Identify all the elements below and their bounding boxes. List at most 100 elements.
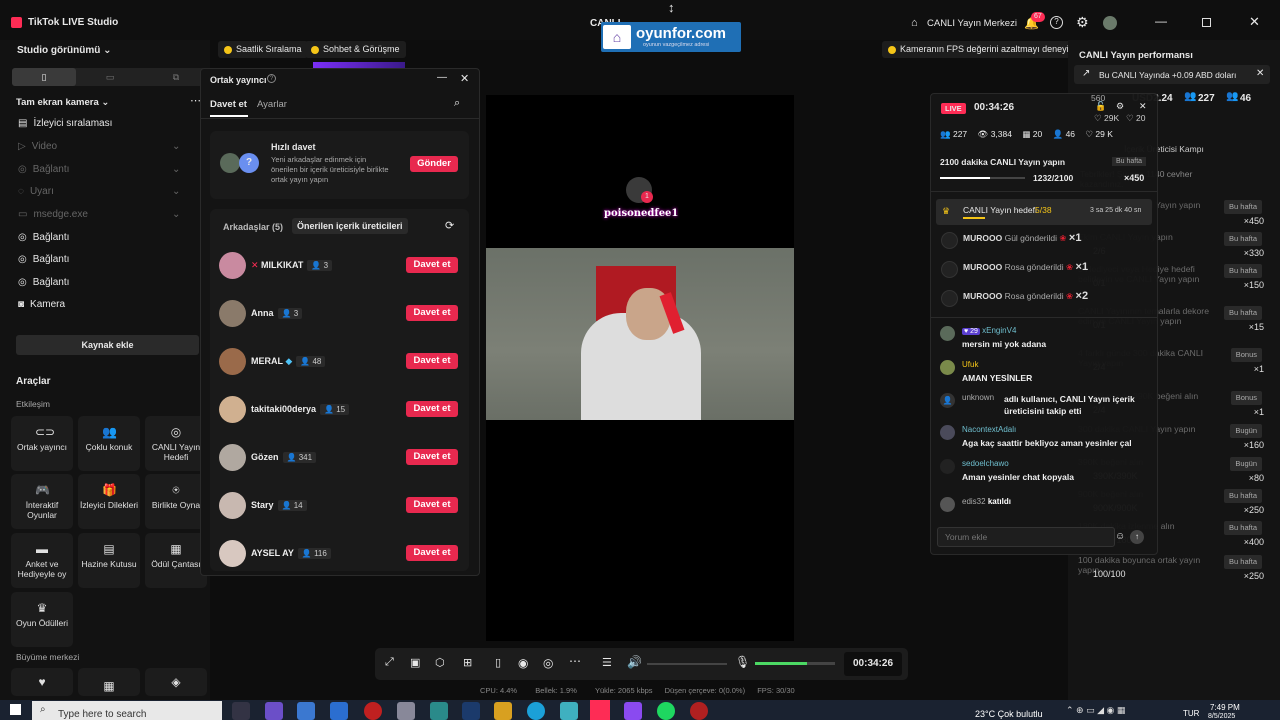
source-item[interactable]: ▤ İzleyici sıralaması [8, 114, 198, 134]
portrait-icon[interactable]: ▯ [495, 656, 501, 669]
tab-friends[interactable]: Arkadaşlar (5) [223, 222, 283, 232]
info-icon[interactable]: ? [267, 74, 276, 83]
capture-icon[interactable]: ◎ [543, 656, 553, 670]
tab-invite[interactable]: Davet et [210, 99, 247, 110]
taskbar-app-icon[interactable] [330, 702, 348, 720]
weather-widget[interactable]: 23°C Çok bulutlu [975, 709, 1043, 719]
tab-suggested[interactable]: Önerilen içerik üreticileri [292, 218, 408, 234]
invite-button[interactable]: Davet et [406, 305, 458, 321]
invite-button[interactable]: Davet et [406, 545, 458, 561]
taskbar-search[interactable]: ⌕ Type here to search [32, 701, 222, 720]
banner-close-icon[interactable]: ✕ [1256, 68, 1264, 79]
spotify-icon[interactable] [657, 702, 675, 720]
panel-close-icon[interactable]: ✕ [1139, 101, 1147, 112]
taskbar-app-icon[interactable] [527, 702, 545, 720]
taskbar-app-icon[interactable] [690, 702, 708, 720]
pin-icon[interactable]: ⚙ [1116, 101, 1124, 112]
source-item[interactable]: ▭ msedge.exe ⌄ [8, 205, 198, 225]
send-button[interactable]: Gönder [410, 156, 458, 172]
portrait-layout-button[interactable]: ▯ [12, 68, 76, 86]
source-item[interactable]: ◎ Bağlantı [8, 228, 198, 248]
ai-icon[interactable]: ⬡ [435, 656, 445, 669]
taskbar-app-icon[interactable] [560, 702, 578, 720]
taskbar-app-icon[interactable] [494, 702, 512, 720]
close-button[interactable]: ✕ [1249, 14, 1260, 30]
source-item[interactable]: ◎ Bağlantı [8, 273, 198, 293]
dialog-close-button[interactable]: ✕ [460, 72, 469, 85]
chat-meetup-pill[interactable]: Sohbet & Görüşme [305, 41, 406, 58]
taskbar-app-icon[interactable] [624, 702, 642, 720]
scene-selector[interactable]: Tam ekran kamera ⌄ [16, 97, 109, 108]
home-icon[interactable]: ⌂ [911, 17, 918, 29]
refresh-icon[interactable]: ⟳ [445, 219, 454, 232]
taskbar-app-icon[interactable] [265, 702, 283, 720]
tool-growth-1[interactable]: ♥ [11, 668, 73, 696]
add-source-button[interactable]: Kaynak ekle [16, 335, 199, 355]
effects-icon[interactable]: ⤢ [385, 656, 394, 669]
emoji-icon[interactable]: ☺ [1115, 531, 1125, 542]
clock-time[interactable]: 7:49 PM [1210, 703, 1240, 712]
landscape-layout-button[interactable]: ▭ [78, 68, 142, 86]
tray-icons[interactable]: ⌃ ⊕ ▭ ◢ ◉ ▦ [1066, 705, 1125, 716]
windows-start-icon[interactable] [10, 704, 21, 715]
taskbar-app-icon[interactable] [297, 702, 315, 720]
tool-game-rewards[interactable]: ♛ Oyun Ödülleri [11, 592, 73, 647]
studio-view-selector[interactable]: Studio görünümü ⌄ [17, 45, 112, 56]
tool-play-together[interactable]: ⍟ Birlikte Oyna [145, 474, 207, 529]
mixer-icon[interactable]: ☰ [602, 656, 612, 669]
add-scene-icon[interactable]: ⊞ [463, 656, 472, 669]
invite-button[interactable]: Davet et [406, 449, 458, 465]
maximize-button[interactable] [1202, 18, 1211, 27]
invite-button[interactable]: Davet et [406, 401, 458, 417]
invite-button[interactable]: Davet et [406, 353, 458, 369]
multi-layout-button[interactable]: ⧉ [144, 68, 208, 86]
invite-button[interactable]: Davet et [406, 497, 458, 513]
taskbar-app-icon[interactable] [364, 702, 382, 720]
tool-growth-2[interactable]: ▦ [78, 668, 140, 696]
tool-interactive-games[interactable]: 🎮 İnteraktif Oyunlar [11, 474, 73, 529]
source-item[interactable]: ▷ Video ⌄ [8, 137, 198, 157]
record-icon[interactable]: ◉ [518, 656, 528, 670]
task-view-icon[interactable] [232, 702, 250, 720]
taskbar-app-icon[interactable] [430, 702, 448, 720]
globe-icon: ◎ [18, 232, 27, 243]
screen-icon[interactable]: ▣ [410, 656, 420, 669]
help-icon[interactable]: ? [1050, 16, 1063, 29]
clock-date[interactable]: 8/5/2025 [1208, 713, 1235, 720]
microphone-icon[interactable]: 🎙 [735, 655, 750, 669]
tab-settings[interactable]: Ayarlar [257, 99, 287, 110]
tool-treasure-box[interactable]: ▤ Hazine Kutusu [78, 533, 140, 588]
hourly-ranking-pill[interactable]: Saatlik Sıralama [218, 41, 308, 58]
minimize-button[interactable]: — [1155, 14, 1167, 28]
avatar[interactable] [1103, 16, 1117, 30]
lock-icon[interactable]: 🔓 [1095, 101, 1106, 112]
settings-gear-icon[interactable]: ⚙ [1076, 14, 1089, 31]
live-goal-time: 3 sa 25 dk 40 sn [1090, 207, 1142, 214]
live-center-link[interactable]: CANLI Yayın Merkezi [927, 18, 1017, 29]
taskbar-app-icon[interactable] [397, 702, 415, 720]
language-indicator[interactable]: TUR [1183, 709, 1199, 718]
source-item[interactable]: ◌ Uyarı ⌄ [8, 182, 198, 202]
send-comment-button[interactable]: ↑ [1130, 530, 1144, 544]
creator-count-value: 341 [298, 453, 313, 462]
source-item[interactable]: ◙ Kamera [8, 295, 198, 315]
tool-poll[interactable]: ▬ Anket ve Hediyeyle oy [11, 533, 73, 588]
speaker-volume-slider[interactable] [647, 663, 727, 665]
tool-viewer-wishes[interactable]: 🎁 İzleyici Dilekleri [78, 474, 140, 529]
tool-growth-3[interactable]: ◈ [145, 668, 207, 696]
live-goal-card[interactable]: ♛ CANLI Yayın hedefi 5/38 3 sa 25 dk 40 … [936, 199, 1152, 225]
tool-live-goal[interactable]: ◎ CANLI Yayın Hedefi [145, 416, 207, 471]
speaker-icon[interactable]: 🔊 [627, 655, 642, 669]
source-item[interactable]: ◎ Bağlantı ⌄ [8, 160, 198, 180]
tool-multi-guest[interactable]: 👥 Çoklu konuk [78, 416, 140, 471]
source-item[interactable]: ◎ Bağlantı [8, 250, 198, 270]
more-options-icon[interactable]: ⋯ [569, 654, 581, 668]
tool-reward-bag[interactable]: ▦ Ödül Çantası [145, 533, 207, 588]
invite-button[interactable]: Davet et [406, 257, 458, 273]
taskbar-app-icon[interactable] [462, 702, 480, 720]
search-icon[interactable]: ⌕ [454, 97, 460, 110]
comment-input[interactable] [937, 527, 1115, 547]
tool-cohost[interactable]: ⊂⊃ Ortak yayıncı [11, 416, 73, 471]
tiktok-taskbar-icon[interactable] [590, 700, 610, 720]
dialog-minimize-button[interactable]: — [437, 72, 447, 83]
